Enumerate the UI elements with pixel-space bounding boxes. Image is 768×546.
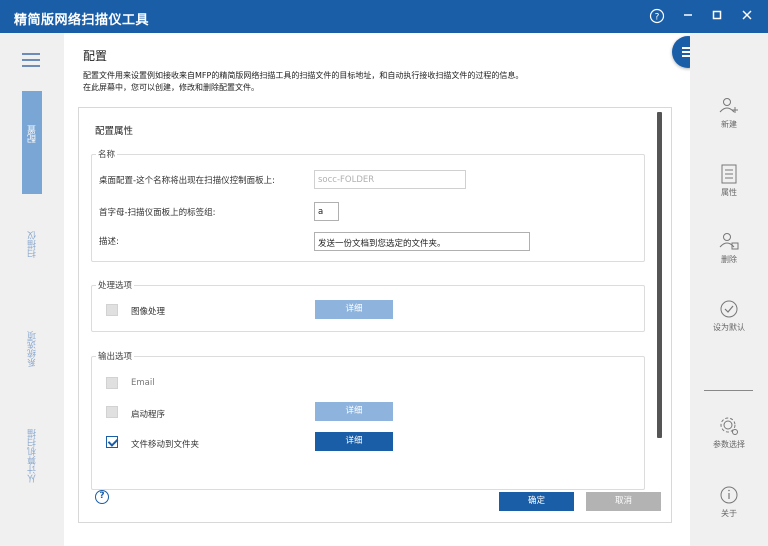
panel-title: 配置属性 bbox=[95, 126, 134, 137]
properties-icon bbox=[721, 164, 737, 184]
delete-button[interactable]: 删除 bbox=[690, 230, 768, 265]
scrollbar[interactable] bbox=[657, 112, 662, 438]
desktop-name-label: 桌面配置-这个名称将出现在扫描仪控制面板上: bbox=[99, 176, 275, 186]
process-options-group: 处理选项 图像处理 详细 bbox=[91, 279, 645, 332]
name-group-label: 名称 bbox=[96, 148, 118, 160]
add-user-icon bbox=[719, 98, 738, 113]
ok-button[interactable]: 确定 bbox=[499, 492, 574, 511]
email-label: Email bbox=[131, 378, 155, 388]
help-icon[interactable]: ? bbox=[647, 6, 667, 26]
output-options-group: 输出选项 Email 启动程序 详细 文件移动到文件夹 详细 bbox=[91, 350, 645, 490]
image-processing-checkbox[interactable] bbox=[106, 304, 118, 316]
main-content: 配置 配置文件用来设置例如接收来自MFP的精简版网络扫描工具的扫描文件的目标地址… bbox=[64, 33, 704, 546]
initial-field[interactable]: a bbox=[314, 202, 339, 221]
page-title: 配置 bbox=[83, 49, 108, 63]
title-bar: 精简版网络扫描仪工具 ? bbox=[0, 0, 768, 33]
new-button[interactable]: 新建 bbox=[690, 95, 768, 130]
name-group: 名称 桌面配置-这个名称将出现在扫描仪控制面板上: socc-FOLDER 首字… bbox=[91, 148, 645, 262]
help-icon[interactable]: ? bbox=[95, 490, 109, 504]
check-circle-icon bbox=[720, 300, 738, 318]
nav-tab-scanner[interactable]: 扫描仪 bbox=[22, 231, 42, 271]
close-icon[interactable] bbox=[737, 6, 757, 26]
right-toolbar: 新建 属性 删除 设为默认 参数选择 关于 bbox=[690, 33, 768, 546]
left-nav: 配置 扫描仪 系统选项 从计算机扫描 bbox=[0, 33, 64, 546]
image-processing-detail-button[interactable]: 详细 bbox=[315, 300, 393, 319]
move-to-folder-detail-button[interactable]: 详细 bbox=[315, 432, 393, 451]
menu-icon[interactable] bbox=[22, 53, 40, 67]
email-checkbox[interactable] bbox=[106, 377, 118, 389]
page-description: 配置文件用来设置例如接收来自MFP的精简版网络扫描工具的扫描文件的目标地址，和自… bbox=[83, 71, 524, 92]
info-icon bbox=[720, 486, 738, 504]
image-processing-label: 图像处理 bbox=[131, 307, 166, 317]
config-properties-panel: 配置属性 名称 桌面配置-这个名称将出现在扫描仪控制面板上: socc-FOLD… bbox=[78, 107, 672, 523]
initial-label: 首字母-扫描仪面板上的标签组: bbox=[99, 208, 216, 218]
svg-text:?: ? bbox=[655, 13, 660, 23]
nav-tab-system-options[interactable]: 系统选项 bbox=[22, 331, 42, 381]
cancel-button[interactable]: 取消 bbox=[586, 492, 661, 511]
gear-icon bbox=[720, 417, 738, 435]
maximize-icon[interactable] bbox=[707, 6, 727, 26]
settings-button[interactable]: 参数选择 bbox=[690, 415, 768, 450]
desktop-name-field[interactable]: socc-FOLDER bbox=[314, 170, 466, 189]
launch-program-label: 启动程序 bbox=[131, 410, 166, 420]
description-label: 描述: bbox=[99, 237, 119, 247]
set-default-button[interactable]: 设为默认 bbox=[690, 298, 768, 333]
process-options-label: 处理选项 bbox=[96, 279, 135, 291]
properties-button[interactable]: 属性 bbox=[690, 163, 768, 198]
launch-program-detail-button[interactable]: 详细 bbox=[315, 402, 393, 421]
move-to-folder-checkbox[interactable] bbox=[106, 436, 118, 448]
nav-tab-config[interactable]: 配置 bbox=[22, 91, 42, 194]
launch-program-checkbox[interactable] bbox=[106, 406, 118, 418]
minimize-icon[interactable] bbox=[678, 6, 698, 26]
app-title: 精简版网络扫描仪工具 bbox=[14, 13, 150, 28]
toolbar-divider bbox=[704, 390, 753, 391]
delete-user-icon bbox=[719, 233, 739, 250]
description-field[interactable]: 发送一份文档到您选定的文件夹。 bbox=[314, 232, 530, 251]
about-button[interactable]: 关于 bbox=[690, 484, 768, 519]
nav-tab-scan-from-computer[interactable]: 从计算机扫描 bbox=[22, 429, 42, 499]
output-options-label: 输出选项 bbox=[96, 350, 135, 362]
move-to-folder-label: 文件移动到文件夹 bbox=[131, 440, 200, 450]
